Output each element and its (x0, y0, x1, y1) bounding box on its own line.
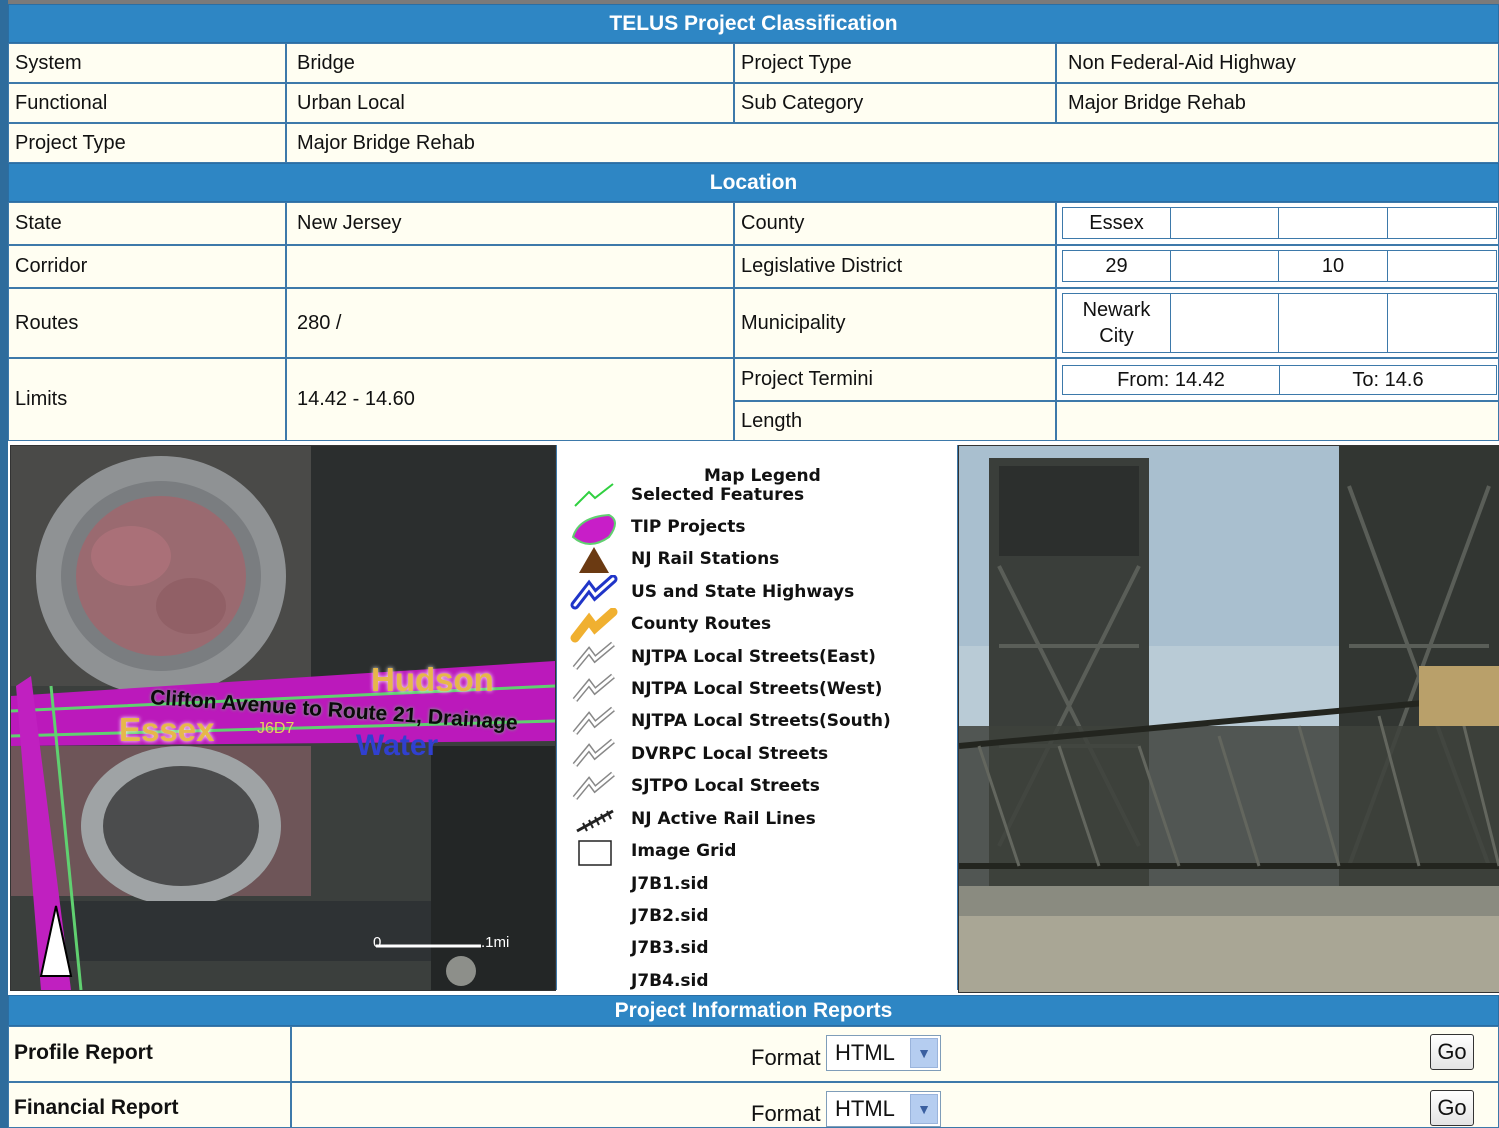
municipality-cell-4 (1387, 293, 1497, 353)
legend-item-njtpa-south: NJTPA Local Streets(South) (631, 711, 891, 731)
sub-category-value: Major Bridge Rehab (1056, 83, 1499, 123)
local-street-icon (572, 738, 615, 767)
county-label: County (734, 202, 1056, 245)
legend-item-image-grid: Image Grid (631, 841, 737, 861)
system-value: Bridge (286, 43, 734, 83)
left-border (0, 0, 8, 1128)
routes-label: Routes (8, 288, 286, 358)
profile-go-button[interactable]: Go (1430, 1034, 1474, 1070)
legend-item-rail-stations: NJ Rail Stations (631, 549, 780, 569)
limits-label: Limits (8, 358, 286, 441)
county-cell-1: Essex (1062, 207, 1171, 239)
map-label-essex: Essex (119, 711, 215, 748)
financial-report-label: Financial Report (14, 1096, 179, 1119)
corridor-value (286, 245, 734, 288)
map-scale-start: 0 (373, 934, 382, 951)
profile-report-label: Profile Report (14, 1041, 153, 1064)
length-label: Length (734, 401, 1056, 441)
profile-format-select[interactable]: HTML ▼ (826, 1035, 941, 1071)
length-value (1056, 401, 1499, 441)
legend-item-sjtpo: SJTPO Local Streets (631, 776, 820, 796)
legend-title: Map Legend (704, 466, 821, 486)
legend-item-dvrpc: DVRPC Local Streets (631, 744, 829, 764)
termini-from: From: 14.42 (1062, 365, 1280, 395)
local-street-icon (572, 706, 615, 735)
municipality-label: Municipality (734, 288, 1056, 358)
location-header: Location (8, 163, 1499, 202)
county-cell-3 (1278, 207, 1388, 239)
legend-item-j7b3: J7B3.sid (631, 938, 709, 958)
legend-item-njtpa-west: NJTPA Local Streets(West) (631, 679, 883, 699)
image-grid-icon (578, 840, 612, 866)
municipality-cell-1: Newark City (1062, 293, 1171, 353)
local-street-icon (572, 673, 615, 702)
legislative-cell-2 (1170, 250, 1279, 282)
bridge-photo-image (959, 446, 1499, 992)
chevron-down-icon[interactable]: ▼ (910, 1094, 938, 1124)
system-label: System (8, 43, 286, 83)
functional-value: Urban Local (286, 83, 734, 123)
sub-category-label: Sub Category (734, 83, 1056, 123)
rail-station-icon (579, 547, 609, 573)
legislative-cell-3: 10 (1278, 250, 1388, 282)
map-label-water: Water (356, 729, 439, 762)
legend-item-j7b1: J7B1.sid (631, 874, 709, 894)
map-label-grid: J6D7 (257, 720, 295, 737)
functional-label: Functional (8, 83, 286, 123)
legislative-cell-1: 29 (1062, 250, 1171, 282)
legend-item-njtpa-east: NJTPA Local Streets(East) (631, 647, 876, 667)
state-value: New Jersey (286, 202, 734, 245)
project-map[interactable]: Hudson Essex Clifton Avenue to Route 21,… (10, 445, 556, 991)
project-type-label: Project Type (734, 43, 1056, 83)
financial-format-value: HTML (835, 1096, 895, 1121)
chevron-down-icon[interactable]: ▼ (910, 1038, 938, 1068)
selected-features-icon (574, 483, 614, 507)
municipality-cell-2 (1170, 293, 1279, 353)
legislative-district-label: Legislative District (734, 245, 1056, 288)
legend-item-j7b2: J7B2.sid (631, 906, 709, 926)
legend-item-tip-projects: TIP Projects (631, 517, 746, 537)
project-type-2-label: Project Type (8, 123, 286, 163)
legend-item-county-routes: County Routes (631, 614, 772, 634)
legend-item-selected-features: Selected Features (631, 485, 805, 505)
municipality-cell-3 (1278, 293, 1388, 353)
project-termini-label: Project Termini (734, 358, 1056, 401)
legend-item-highways: US and State Highways (631, 582, 855, 602)
state-label: State (8, 202, 286, 245)
classification-header: TELUS Project Classification (8, 4, 1499, 43)
legend-item-rail-lines: NJ Active Rail Lines (631, 809, 816, 829)
limits-value: 14.42 - 14.60 (286, 358, 734, 441)
map-scale-end: .1mi (481, 934, 510, 951)
project-detail-page: TELUS Project Classification System Brid… (0, 0, 1499, 1128)
project-type-value: Non Federal-Aid Highway (1056, 43, 1499, 83)
financial-go-button[interactable]: Go (1430, 1090, 1474, 1126)
project-type-2-value: Major Bridge Rehab (286, 123, 1499, 163)
corridor-label: Corridor (8, 245, 286, 288)
map-label-hudson: Hudson (371, 661, 494, 698)
profile-format-value: HTML (835, 1040, 895, 1065)
rail-line-icon (576, 809, 614, 833)
map-legend: Map Legend Selected Features TIP Project… (556, 445, 958, 991)
termini-to: To: 14.6 (1279, 365, 1497, 395)
financial-format-label: Format (751, 1101, 821, 1126)
local-street-icon (572, 641, 615, 670)
legislative-cell-4 (1387, 250, 1497, 282)
financial-format-select[interactable]: HTML ▼ (826, 1091, 941, 1127)
routes-value: 280 / (286, 288, 734, 358)
local-street-icon (572, 771, 615, 800)
bridge-photo (958, 445, 1499, 993)
county-cell-4 (1387, 207, 1497, 239)
legend-item-j7b4: J7B4.sid (631, 971, 709, 991)
reports-header: Project Information Reports (8, 995, 1499, 1026)
profile-format-label: Format (751, 1045, 821, 1070)
county-cell-2 (1170, 207, 1279, 239)
